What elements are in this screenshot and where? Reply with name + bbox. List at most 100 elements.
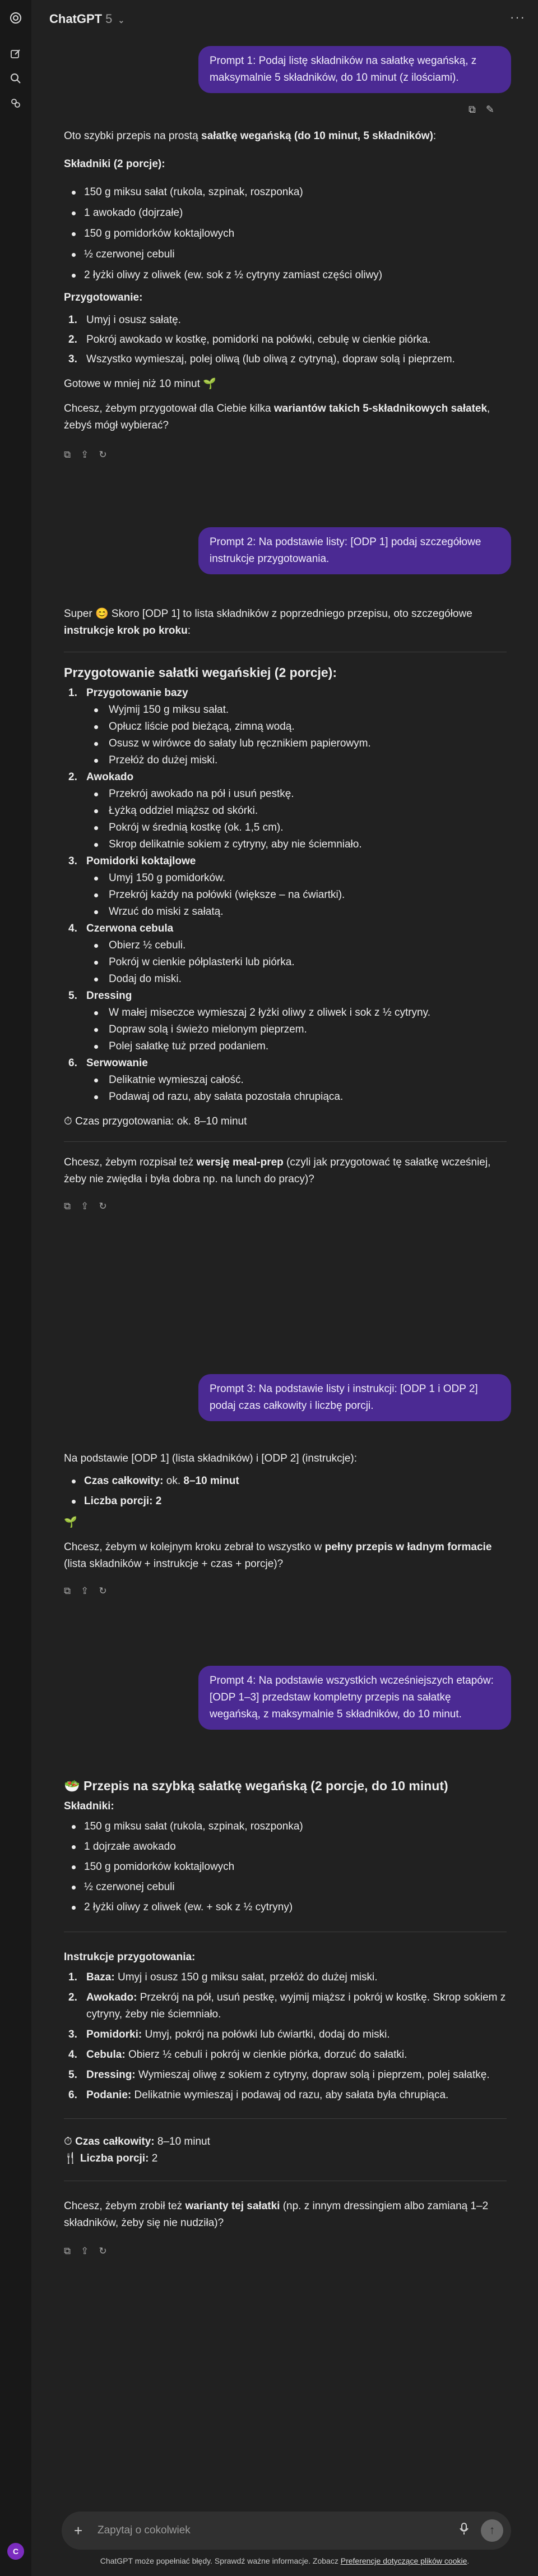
list-item: Przekrój każdy na połówki (większe – na …: [86, 887, 507, 904]
cutlery-icon: 🍴: [64, 2153, 77, 2164]
regenerate-icon[interactable]: ↻: [99, 1198, 106, 1215]
a2-section: 3. Pomidorki koktajlowe Umyj 150 g pomido…: [64, 853, 507, 920]
new-chat-icon[interactable]: [9, 47, 22, 61]
list-item: Podawaj od razu, aby sałata pozostała ch…: [86, 1089, 507, 1105]
user-message-2: Prompt 2: Na podstawie listy: [ODP 1] po…: [198, 527, 511, 574]
list-item: Pokrój w średnią kostkę (ok. 1,5 cm).: [86, 819, 507, 836]
regenerate-icon[interactable]: ↻: [99, 2243, 106, 2260]
model-name: ChatGPT: [49, 12, 103, 26]
assistant-message-1: Oto szybki przepis na prostą sałatkę weg…: [64, 128, 507, 463]
a4-portions: 🍴 Liczba porcji: 2: [64, 2153, 158, 2164]
timer-icon: ⏱: [64, 2136, 72, 2148]
a1-ready: Gotowe w mniej niż 10 minut 🌱: [64, 378, 216, 390]
a1-intro: Oto szybki przepis na prostą sałatkę weg…: [64, 130, 437, 142]
cookie-preferences-link[interactable]: Preferencje dotyczące plików cookie: [341, 2556, 467, 2565]
list-item: Wrzuć do miski z sałatą.: [86, 904, 507, 920]
list-item: Obierz ½ cebuli.: [86, 937, 507, 954]
a1-prep-heading: Przygotowanie:: [64, 292, 143, 303]
user-message-3: Prompt 3: Na podstawie listy i instrukcj…: [198, 1374, 511, 1421]
list-item: ½ czerwonej cebuli: [64, 246, 507, 263]
a2-section: 1. Przygotowanie bazy Wyjmij 150 g miksu …: [64, 685, 507, 769]
top-bar: ChatGPT 5 ⌄ ···: [31, 0, 538, 38]
list-item: 3. Wszystko wymieszaj, polej oliwą (lub o…: [68, 353, 455, 365]
divider: [64, 2118, 507, 2119]
share-icon[interactable]: ⇪: [81, 2243, 89, 2260]
user-message-1-actions: ⧉ ✎: [469, 101, 494, 118]
a1-question: Chcesz, żebym przygotował dla Ciebie kil…: [64, 403, 490, 431]
list-item: Osusz w wirówce do sałaty lub ręcznikiem…: [86, 735, 507, 752]
a2-section: 5. Dressing W małej miseczce wymieszaj 2 …: [64, 988, 507, 1055]
divider: [64, 1141, 507, 1142]
regenerate-icon[interactable]: ↻: [99, 446, 106, 463]
share-icon[interactable]: ⇪: [81, 1198, 89, 1215]
share-icon[interactable]: ⇪: [81, 446, 89, 463]
copy-icon[interactable]: ⧉: [64, 1583, 71, 1600]
a2-section: 4. Czerwona cebula Obierz ½ cebuli. Pokró…: [64, 920, 507, 988]
a1-steps-list: 1. Umyj i osusz sałatę. 2. Pokrój awokado …: [64, 312, 507, 368]
list-item: 4. Cebula: Obierz ½ cebuli i pokrój w cie…: [68, 2049, 407, 2061]
share-icon[interactable]: ⇪: [81, 1583, 89, 1600]
a4-ingredients-list: 150 g miksu sałat (rukola, szpinak, rosz…: [64, 1818, 507, 1916]
list-item: 2 łyżki oliwy z oliwek (ew. + sok z ½ cy…: [64, 1899, 507, 1916]
list-item: Liczba porcji: 2: [64, 1493, 507, 1510]
a2-time: ⏱ Czas przygotowania: ok. 8–10 minut: [64, 1116, 247, 1127]
list-item: Czas całkowity: ok. 8–10 minut: [64, 1473, 507, 1490]
prompt-input-bar: + Zapytaj o cokolwiek ↑: [62, 2512, 511, 2550]
assistant-message-2: Super 😊 Skoro [ODP 1] to lista składnikó…: [64, 606, 507, 1215]
list-item: 1. Baza: Umyj i osusz 150 g miksu sałat, …: [68, 1971, 378, 1983]
list-item: 1. Umyj i osusz sałatę.: [68, 314, 181, 326]
a2-title: Przygotowanie sałatki wegańskiej (2 porc…: [64, 665, 337, 680]
list-item: 6. Podanie: Delikatnie wymieszaj i podawa…: [68, 2089, 449, 2101]
model-version: 5: [105, 12, 113, 26]
copy-icon[interactable]: ⧉: [64, 1198, 71, 1215]
list-item: 2. Pokrój awokado w kostkę, pomidorki na …: [68, 334, 431, 345]
list-item: 1 dojrzałe awokado: [64, 1838, 507, 1855]
assistant-actions: ⧉ ⇪ ↻: [64, 1198, 507, 1215]
list-item: W małej miseczce wymieszaj 2 łyżki oliwy…: [86, 1004, 507, 1021]
a4-steps-list: 1. Baza: Umyj i osusz 150 g miksu sałat, …: [64, 1969, 507, 2104]
user-message-1: Prompt 1: Podaj listę składników na sała…: [198, 46, 511, 93]
edit-icon[interactable]: ✎: [486, 101, 494, 118]
a2-section: 6. Serwowanie Delikatnie wymieszaj całość…: [64, 1055, 507, 1105]
library-icon[interactable]: [9, 96, 22, 110]
a4-prep-heading: Instrukcje przygotowania:: [64, 1951, 196, 1963]
more-options-icon[interactable]: ···: [510, 9, 526, 26]
a3-intro: Na podstawie [ODP 1] (lista składników) …: [64, 1453, 358, 1464]
copy-icon[interactable]: ⧉: [64, 446, 71, 463]
microphone-icon[interactable]: [460, 2523, 469, 2540]
send-icon[interactable]: ↑: [481, 2519, 503, 2542]
list-item: Opłucz liście pod bieżącą, zimną wodą.: [86, 718, 507, 735]
assistant-actions: ⧉ ⇪ ↻: [64, 2243, 507, 2260]
list-item: ½ czerwonej cebuli: [64, 1879, 507, 1896]
a3-question: Chcesz, żebym w kolejnym kroku zebrał to…: [64, 1541, 492, 1570]
copy-icon[interactable]: ⧉: [64, 2243, 71, 2260]
search-icon[interactable]: [9, 72, 22, 85]
list-item: 150 g miksu sałat (rukola, szpinak, rosz…: [64, 1818, 507, 1835]
model-selector[interactable]: ChatGPT 5 ⌄: [49, 11, 124, 29]
assistant-message-3: Na podstawie [ODP 1] (lista składników) …: [64, 1450, 507, 1600]
copy-icon[interactable]: ⧉: [469, 101, 476, 118]
list-item: Delikatnie wymieszaj całość.: [86, 1072, 507, 1089]
list-item: 3. Pomidorki: Umyj, pokrój na połówki lub…: [68, 2029, 390, 2040]
prompt-input[interactable]: Zapytaj o cokolwiek: [98, 2522, 191, 2539]
a4-title: 🥗 Przepis na szybką sałatkę wegańską (2 …: [64, 1778, 448, 1793]
a3-emoji: 🌱: [64, 1517, 77, 1528]
sidebar: C: [0, 0, 31, 2576]
openai-logo-icon[interactable]: [9, 11, 22, 25]
a4-ingredients-heading: Składniki:: [64, 1800, 114, 1812]
list-item: 150 g pomidorków koktajlowych: [64, 1859, 507, 1875]
a2-intro: Super 😊 Skoro [ODP 1] to lista składnikó…: [64, 608, 472, 637]
list-item: 150 g pomidorków koktajlowych: [64, 225, 507, 242]
plus-icon[interactable]: +: [74, 2521, 82, 2540]
list-item: Dodaj do miski.: [86, 971, 507, 988]
list-item: 2 łyżki oliwy z oliwek (ew. sok z ½ cytr…: [64, 267, 507, 284]
chevron-down-icon: ⌄: [118, 16, 125, 25]
a4-question: Chcesz, żebym zrobił też warianty tej sa…: [64, 2200, 489, 2229]
user-avatar[interactable]: C: [7, 2543, 24, 2560]
regenerate-icon[interactable]: ↻: [99, 1583, 106, 1600]
a1-ingredients-heading: Składniki (2 porcje):: [64, 158, 165, 170]
list-item: 5. Dressing: Wymieszaj oliwę z sokiem z c…: [68, 2069, 490, 2081]
assistant-actions: ⧉ ⇪ ↻: [64, 1583, 507, 1600]
list-item: 2. Awokado: Przekrój na pół, usuń pestkę,…: [68, 1992, 506, 2020]
a1-ingredients-list: 150 g miksu sałat (rukola, szpinak, rosz…: [64, 184, 507, 284]
